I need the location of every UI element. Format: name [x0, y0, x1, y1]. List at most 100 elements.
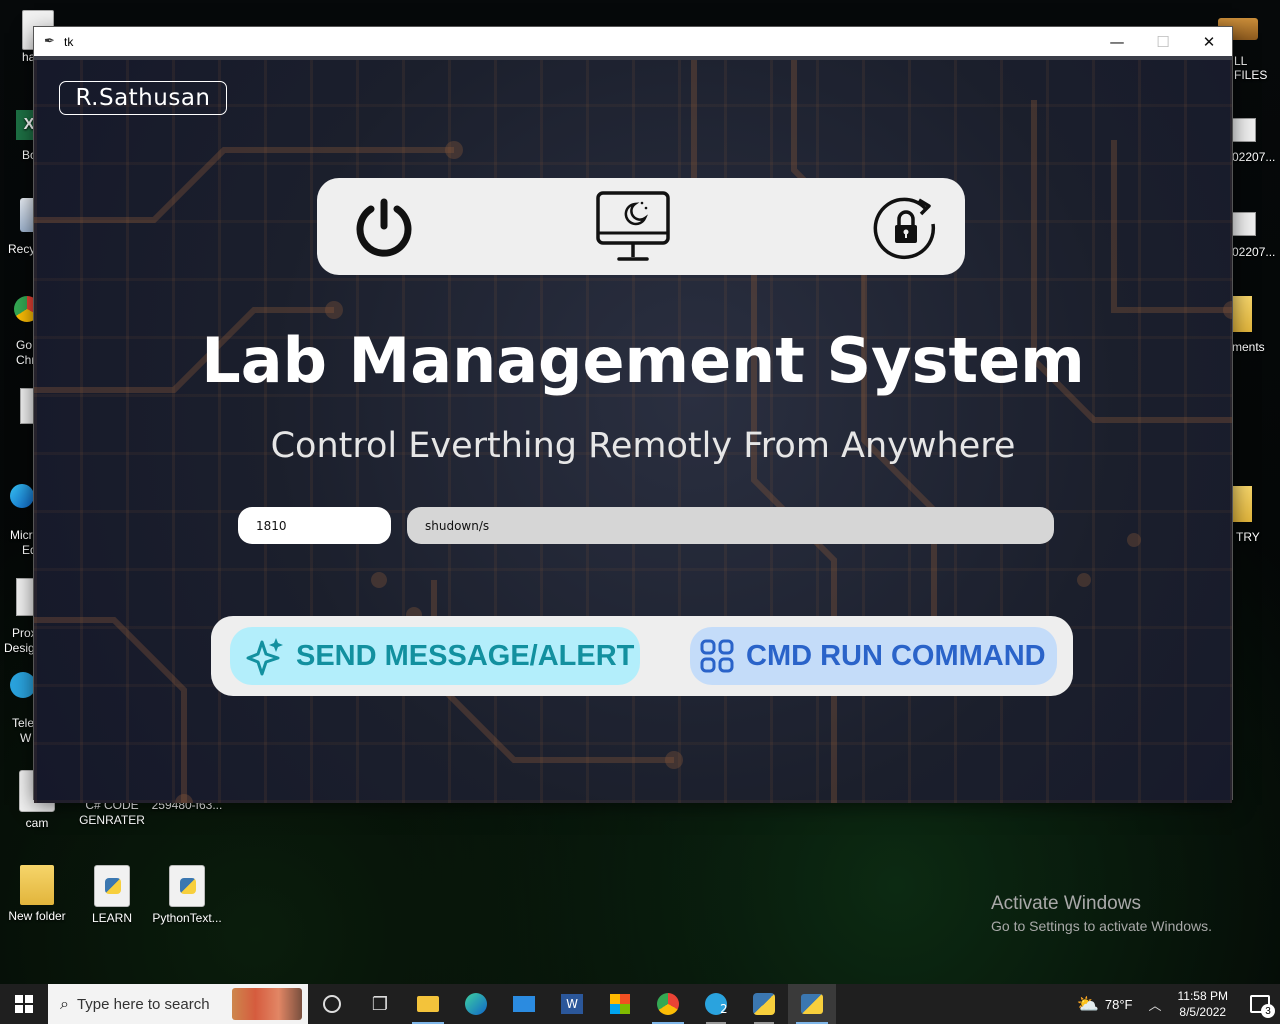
send-alert-label: SEND MESSAGE/ALERT: [296, 639, 635, 672]
desktop-icon-pythontext[interactable]: PythonText...: [150, 865, 224, 926]
desktop-icon-label: Chr: [16, 353, 36, 367]
folder-icon[interactable]: [1232, 486, 1252, 522]
sleep-button[interactable]: [595, 188, 671, 266]
desktop-icon-label: TRY: [1236, 530, 1260, 544]
clock-time: 11:58 PM: [1177, 989, 1228, 1003]
desktop-icon-label: W: [20, 731, 32, 745]
word-button[interactable]: W: [548, 984, 596, 1024]
chrome-button[interactable]: [644, 984, 692, 1024]
power-actions-bar: [317, 178, 965, 275]
desktop-icon-label: New folder: [8, 909, 66, 923]
python-tk-icon: [801, 994, 823, 1014]
folder-icon[interactable]: [1232, 296, 1252, 332]
maximize-button[interactable]: ☐: [1140, 27, 1186, 56]
task-view-button[interactable]: ❐: [356, 984, 404, 1024]
mail-icon: [513, 996, 535, 1012]
image-file-icon[interactable]: [1232, 118, 1256, 142]
grid-icon: [700, 639, 734, 673]
start-button[interactable]: [0, 984, 48, 1024]
edge-icon: [465, 993, 487, 1015]
store-button[interactable]: [596, 984, 644, 1024]
show-hidden-icons-button[interactable]: ︿: [1149, 995, 1162, 1014]
taskbar-search-box[interactable]: ⌕ Type here to search: [48, 984, 308, 1024]
python-file-icon: [169, 865, 205, 907]
activate-windows-watermark: Activate Windows Go to Settings to activ…: [991, 893, 1212, 934]
sparkle-icon: [246, 636, 284, 676]
lock-rotate-icon: [873, 197, 936, 260]
cortana-circle-icon: [323, 995, 341, 1013]
desktop-icon-label: Prox: [12, 626, 37, 640]
desktop-icon-label: 02207...: [1232, 245, 1276, 259]
windows-logo-icon: [15, 995, 33, 1013]
monitor-sleep-icon: [596, 191, 670, 261]
desktop-icon-label: Tele: [12, 716, 35, 730]
word-icon: W: [561, 994, 583, 1014]
desktop-icon-label: 02207...: [1232, 150, 1276, 164]
cmd-run-button[interactable]: CMD RUN COMMAND: [690, 627, 1057, 685]
tk-app-button[interactable]: [788, 984, 836, 1024]
edge-button[interactable]: [452, 984, 500, 1024]
cmd-run-label: CMD RUN COMMAND: [746, 639, 1046, 672]
search-icon: ⌕: [60, 994, 69, 1013]
window-titlebar[interactable]: ✒ tk — ☐ ✕: [34, 27, 1232, 56]
edge-icon: [10, 484, 34, 508]
tk-feather-icon: ✒: [44, 33, 55, 49]
page-title: Lab Management System: [201, 324, 1085, 397]
app-canvas: R.Sathusan Lab Management System Control…: [34, 56, 1232, 803]
search-placeholder: Type here to search: [76, 995, 210, 1013]
store-icon: [610, 994, 630, 1014]
taskbar: ⌕ Type here to search ❐ W 2 ⛅ 78°F ︿ 11:…: [0, 984, 1280, 1024]
desktop-icon-label: Desig: [4, 641, 35, 655]
page-subtitle: Control Everthing Remotly From Anywhere: [270, 426, 1016, 466]
action-buttons-bar: SEND MESSAGE/ALERT CMD RUN COMMAND: [211, 616, 1073, 696]
desktop-icon-label: Go: [16, 338, 33, 352]
window-title: tk: [64, 34, 74, 49]
python-file-icon: [94, 865, 130, 907]
send-alert-button[interactable]: SEND MESSAGE/ALERT: [230, 627, 640, 685]
clock[interactable]: 11:58 PM 8/5/2022: [1178, 988, 1228, 1020]
chrome-icon: [657, 993, 679, 1015]
close-button[interactable]: ✕: [1186, 27, 1232, 56]
telegram-icon: [10, 672, 36, 698]
clock-date: 8/5/2022: [1179, 1005, 1227, 1019]
notifications-button[interactable]: 3: [1240, 984, 1280, 1024]
weather-widget[interactable]: ⛅ 78°F: [1076, 994, 1132, 1015]
author-badge: R.Sathusan: [59, 81, 227, 115]
folder-icon: [20, 865, 54, 905]
app-window: ✒ tk — ☐ ✕ R.Sathusan Lab Management Sys…: [34, 27, 1232, 803]
desktop-icon-partial[interactable]: Micr Ed: [10, 484, 37, 558]
desktop-icon-label: LL FILES: [1234, 54, 1268, 82]
minimize-button[interactable]: —: [1094, 27, 1140, 56]
desktop-icon-learn[interactable]: LEARN: [75, 865, 149, 926]
watermark-line1: Activate Windows: [991, 893, 1141, 914]
port-input[interactable]: [238, 507, 391, 544]
cortana-button[interactable]: [308, 984, 356, 1024]
search-highlight-image: [232, 988, 302, 1020]
desktop-icon-partial[interactable]: Tele W: [10, 672, 36, 746]
folder-icon: [417, 996, 439, 1012]
telegram-badge: 2: [720, 1002, 728, 1016]
lock-button[interactable]: [873, 188, 939, 266]
cloud-sun-icon: ⛅: [1076, 993, 1099, 1014]
telegram-button[interactable]: 2: [692, 984, 740, 1024]
desktop-icon-label: PythonText...: [152, 911, 222, 925]
command-input[interactable]: [407, 507, 1054, 544]
power-icon: [356, 198, 412, 257]
shutdown-button[interactable]: [352, 188, 416, 266]
watermark-line2: Go to Settings to activate Windows.: [991, 918, 1212, 934]
desktop-icon-new-folder[interactable]: New folder: [0, 865, 74, 924]
chevron-up-icon: ︿: [1148, 997, 1162, 1013]
desktop-icon-label: LEARN: [91, 911, 132, 925]
desktop-icon-label: cam: [25, 816, 49, 830]
python-icon: [753, 993, 775, 1015]
notification-badge: 3: [1261, 1004, 1275, 1018]
weather-temp: 78°F: [1104, 996, 1133, 1012]
video-file-icon[interactable]: [1232, 212, 1256, 236]
task-view-icon: ❐: [371, 993, 389, 1015]
file-explorer-button[interactable]: [404, 984, 452, 1024]
mail-button[interactable]: [500, 984, 548, 1024]
system-tray: ⛅ 78°F ︿ 11:58 PM 8/5/2022 3: [1076, 984, 1280, 1024]
python-idle-button[interactable]: [740, 984, 788, 1024]
desktop-icon-label: Micr: [10, 528, 33, 542]
desktop-icon-label: ments: [1232, 340, 1265, 354]
